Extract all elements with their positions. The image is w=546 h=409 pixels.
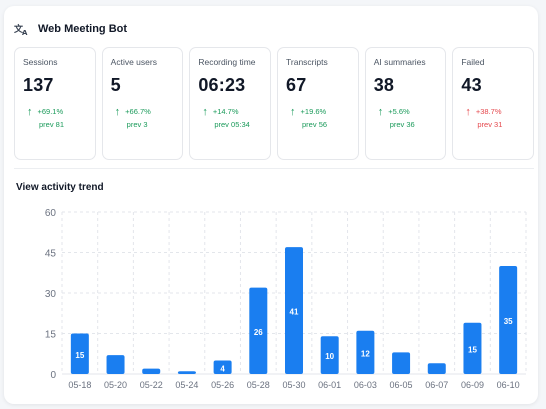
y-tick-label: 60 xyxy=(45,208,57,219)
stat-label: AI summaries xyxy=(373,57,426,67)
x-tick-label: 06-01 xyxy=(318,380,341,390)
stat-change: ↑ +38.7% xyxy=(461,105,533,118)
stat-card[interactable]: AI summaries 38 ↑ +5.6% prev 36 xyxy=(364,47,447,160)
x-tick-label: 06-05 xyxy=(390,380,413,390)
bar xyxy=(177,371,196,374)
stat-prev: prev 05:34 xyxy=(214,120,250,129)
y-tick-label: 45 xyxy=(45,249,57,260)
stat-value: 67 xyxy=(286,75,307,95)
app-title: Web Meeting Bot xyxy=(38,23,128,35)
stat-card[interactable]: Active users 5 ↑ +66.7% prev 3 xyxy=(101,47,184,160)
chart-title: View activity trend xyxy=(16,182,104,193)
arrow-up-icon: ↑ xyxy=(377,105,384,118)
x-tick-label: 05-30 xyxy=(282,380,305,390)
stat-value: 06:23 xyxy=(198,75,246,95)
stat-label: Recording time xyxy=(198,57,256,67)
stat-prev: prev 36 xyxy=(389,120,415,129)
dashboard-panel: 文 A Web Meeting Bot Sessions 137 ↑ +69.1% pr… xyxy=(4,6,538,404)
arrow-up-icon: ↑ xyxy=(202,105,208,118)
app-header: 文 A Web Meeting Bot xyxy=(13,18,128,40)
x-tick-label: 05-22 xyxy=(140,380,163,390)
arrow-up-icon: ↑ xyxy=(27,105,33,118)
bar-data-label: 15 xyxy=(468,345,477,354)
stat-prev: prev 31 xyxy=(477,120,503,129)
stat-card[interactable]: Transcripts 67 ↑ +19.6% prev 56 xyxy=(277,47,359,160)
x-tick-label: 05-26 xyxy=(211,380,234,390)
arrow-up-icon: ↑ xyxy=(290,105,296,118)
stats-cards: Sessions 137 ↑ +69.1% prev 81 Active users 5 ↑ +… xyxy=(14,47,535,160)
y-tick-label: 15 xyxy=(45,330,57,341)
bar-data-label: 12 xyxy=(361,349,370,358)
arrow-up-icon: ↑ xyxy=(465,105,471,118)
stat-change-value: +66.7% xyxy=(125,107,151,116)
stat-value: 137 xyxy=(23,75,54,95)
bar-data-label: 35 xyxy=(504,317,513,326)
y-tick-label: 0 xyxy=(50,370,56,381)
stat-value: 43 xyxy=(461,75,482,95)
y-tick-label: 30 xyxy=(45,289,57,300)
x-tick-label: 05-28 xyxy=(247,380,270,390)
bar-data-label: 41 xyxy=(290,308,299,317)
bar xyxy=(427,363,446,374)
stat-prev: prev 56 xyxy=(302,120,328,129)
stat-change: ↑ +14.7% xyxy=(198,105,270,118)
stat-change: ↑ +66.7% xyxy=(111,105,183,118)
stat-label: Active users xyxy=(110,57,157,67)
stat-card[interactable]: Failed 43 ↑ +38.7% prev 31 xyxy=(452,47,535,160)
bar-data-label: 15 xyxy=(75,351,84,360)
activity-bar-chart: 0 15 30 45 60 15 05-18 05-20 05-22 05-24 4 05-26 26 0… xyxy=(45,208,527,390)
translate-icon: 文 A xyxy=(13,22,30,37)
stat-card[interactable]: Sessions 137 ↑ +69.1% prev 81 xyxy=(14,47,96,160)
stat-change-value: +5.6% xyxy=(388,107,410,116)
bar xyxy=(106,355,125,374)
x-tick-label: 06-10 xyxy=(497,380,520,390)
stat-label: Sessions xyxy=(23,57,58,67)
stat-change: ↑ +5.6% xyxy=(374,105,446,118)
stat-change: ↑ +69.1% xyxy=(23,105,95,118)
stat-value: 5 xyxy=(110,75,121,95)
bar xyxy=(142,368,161,374)
arrow-up-icon: ↑ xyxy=(114,105,121,118)
bar-data-label: 26 xyxy=(254,328,263,337)
x-tick-label: 05-18 xyxy=(68,380,91,390)
stat-change: ↑ +19.6% xyxy=(286,105,358,118)
stat-change-value: +14.7% xyxy=(212,107,239,116)
stat-value: 38 xyxy=(373,75,395,95)
bar xyxy=(392,352,411,374)
bar-data-label: 10 xyxy=(325,352,334,361)
x-tick-label: 06-03 xyxy=(354,380,377,390)
x-tick-label: 06-07 xyxy=(425,380,448,390)
stat-change-value: +69.1% xyxy=(37,107,64,116)
svg-text:A: A xyxy=(22,29,28,36)
stat-label: Transcripts xyxy=(286,57,328,67)
x-tick-label: 05-24 xyxy=(175,380,198,390)
stat-card[interactable]: Recording time 06:23 ↑ +14.7% prev 05:34 xyxy=(189,47,272,160)
stat-prev: prev 3 xyxy=(126,120,148,129)
x-tick-label: 06-09 xyxy=(461,380,484,390)
stat-label: Failed xyxy=(461,57,485,67)
stat-change-value: +38.7% xyxy=(475,107,502,116)
stat-prev: prev 81 xyxy=(39,120,65,129)
x-tick-label: 05-20 xyxy=(104,380,127,390)
divider xyxy=(14,168,534,169)
stat-change-value: +19.6% xyxy=(300,107,327,116)
bar-data-label: 4 xyxy=(220,364,225,373)
